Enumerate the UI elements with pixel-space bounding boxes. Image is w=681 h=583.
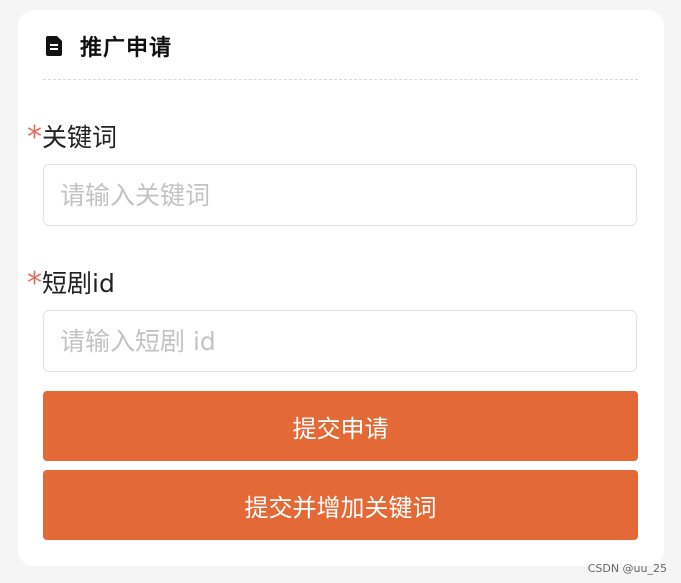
card-header: 推广申请 xyxy=(46,30,172,62)
promotion-application-card: 推广申请 * 关键词 * 短剧id 提交申请 提交并增加关键词 xyxy=(18,10,664,566)
divider xyxy=(43,79,638,80)
drama-id-label-text: 短剧id xyxy=(42,269,115,298)
drama-id-label: * 短剧id xyxy=(27,264,115,300)
keyword-label: * 关键词 xyxy=(27,118,117,154)
page-title: 推广申请 xyxy=(80,36,173,61)
keyword-input[interactable] xyxy=(43,164,637,226)
required-mark: * xyxy=(27,266,42,301)
submit-button[interactable]: 提交申请 xyxy=(43,391,638,461)
submit-and-add-keyword-button[interactable]: 提交并增加关键词 xyxy=(43,470,638,540)
required-mark: * xyxy=(27,120,42,155)
watermark: CSDN @uu_25 xyxy=(587,562,667,575)
document-icon xyxy=(46,36,62,56)
drama-id-input[interactable] xyxy=(43,310,637,372)
keyword-label-text: 关键词 xyxy=(42,123,118,152)
